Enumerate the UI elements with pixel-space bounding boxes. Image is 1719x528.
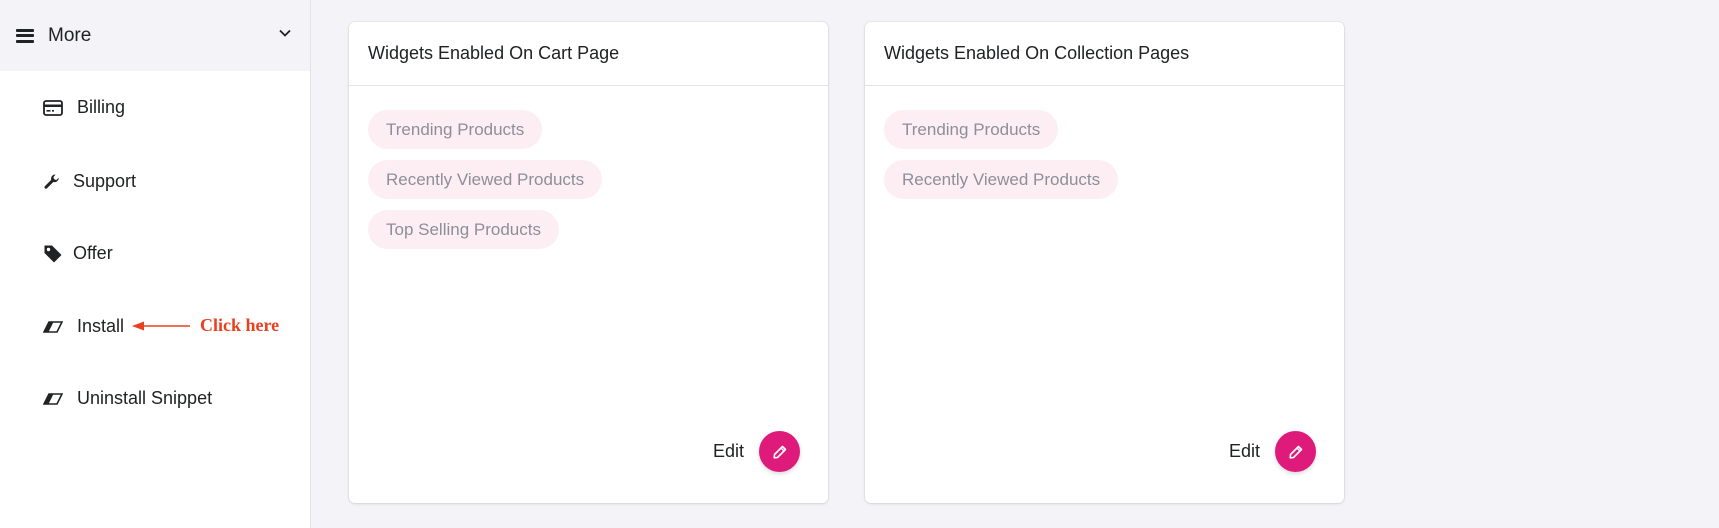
click-here-annotation: Click here xyxy=(132,315,279,336)
pencil-icon xyxy=(772,445,786,459)
sidebar-item-billing[interactable]: Billing xyxy=(43,97,125,118)
wrench-icon xyxy=(43,172,61,192)
eraser-icon xyxy=(43,389,65,409)
widget-chip-list: Trending Products Recently Viewed Produc… xyxy=(349,86,828,260)
sidebar-item-install[interactable]: Install xyxy=(43,316,124,337)
widget-chip: Top Selling Products xyxy=(368,210,559,249)
sidebar: More Billing Support Offer Install Unins… xyxy=(0,0,311,528)
widget-chip: Recently Viewed Products xyxy=(884,160,1119,199)
widget-chip: Recently Viewed Products xyxy=(368,160,603,199)
pencil-icon xyxy=(1288,445,1302,459)
sidebar-item-label: Billing xyxy=(77,97,126,117)
card-title: Widgets Enabled On Collection Pages xyxy=(865,22,1344,86)
sidebar-item-label: Offer xyxy=(73,243,113,263)
annotation-text: Click here xyxy=(200,315,280,335)
sidebar-item-offer[interactable]: Offer xyxy=(43,243,113,264)
tag-icon xyxy=(43,244,63,264)
edit-label[interactable]: Edit xyxy=(1229,441,1260,462)
sidebar-item-uninstall-snippet[interactable]: Uninstall Snippet xyxy=(43,388,212,409)
edit-button[interactable] xyxy=(759,431,800,472)
chevron-down-icon xyxy=(279,29,291,37)
card-footer: Edit xyxy=(713,431,800,472)
sidebar-item-label: Uninstall Snippet xyxy=(77,388,213,408)
sidebar-item-label: Support xyxy=(73,171,137,191)
card-title: Widgets Enabled On Cart Page xyxy=(349,22,828,86)
edit-button[interactable] xyxy=(1275,431,1316,472)
card-footer: Edit xyxy=(1229,431,1316,472)
sidebar-item-label: Install xyxy=(77,316,125,336)
sidebar-more-toggle[interactable]: More xyxy=(0,0,310,71)
cart-page-widgets-card: Widgets Enabled On Cart Page Trending Pr… xyxy=(349,22,828,503)
sidebar-header-label: More xyxy=(48,24,92,46)
widget-chip: Trending Products xyxy=(368,110,543,149)
credit-card-icon xyxy=(43,98,65,118)
sidebar-item-support[interactable]: Support xyxy=(43,171,136,192)
edit-label[interactable]: Edit xyxy=(713,441,744,462)
menu-icon xyxy=(16,28,34,43)
widget-chip: Trending Products xyxy=(884,110,1059,149)
arrow-left-icon xyxy=(132,321,190,330)
collection-pages-widgets-card: Widgets Enabled On Collection Pages Tren… xyxy=(865,22,1344,503)
eraser-icon xyxy=(43,317,65,337)
widget-chip-list: Trending Products Recently Viewed Produc… xyxy=(865,86,1344,210)
